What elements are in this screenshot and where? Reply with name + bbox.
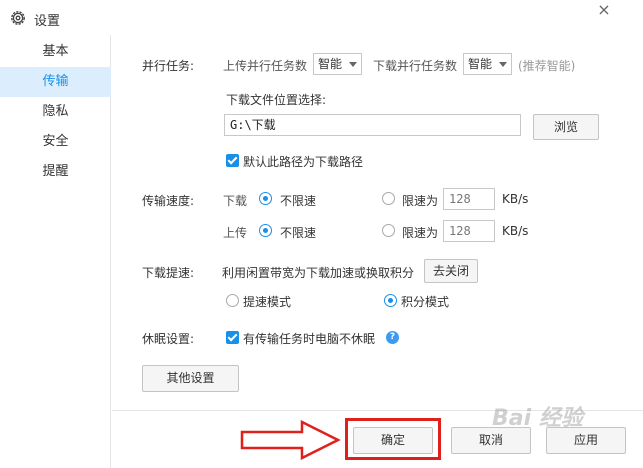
close-boost-button[interactable]: 去关闭 <box>424 259 478 283</box>
arrow-right-icon <box>240 420 341 460</box>
transfer-speed-label: 传输速度: <box>142 194 195 208</box>
download-limit-input[interactable]: 128 <box>443 188 495 210</box>
chevron-down-icon <box>349 62 357 67</box>
upload-limit-label: 限速为 <box>402 226 439 240</box>
sidebar-item-reminder[interactable]: 提醒 <box>0 157 111 187</box>
boost-mode-points-radio[interactable] <box>384 294 397 307</box>
download-path-input[interactable]: G:\下载 <box>224 114 521 136</box>
sleep-settings-label: 休眠设置: <box>142 332 195 346</box>
default-path-label: 默认此路径为下载路径 <box>243 155 364 169</box>
boost-mode-speed-label: 提速模式 <box>243 295 292 309</box>
sidebar: 基本 传输 隐私 安全 提醒 <box>0 35 111 468</box>
upload-limit-input[interactable]: 128 <box>443 220 495 242</box>
download-limit-radio[interactable] <box>382 192 395 205</box>
upload-limit-radio[interactable] <box>382 224 395 237</box>
default-path-checkbox[interactable] <box>226 154 239 167</box>
sidebar-item-security[interactable]: 安全 <box>0 127 111 157</box>
watermark-logo: Bai 经验 <box>492 406 583 431</box>
upload-speed-label: 上传 <box>223 226 248 240</box>
help-icon[interactable]: ? <box>386 331 399 344</box>
download-parallel-value: 智能 <box>468 57 493 71</box>
window-title: 设置 <box>34 14 61 29</box>
boost-description: 利用闲置带宽为下载加速或换取积分 <box>222 266 415 280</box>
recommend-hint: (推荐智能) <box>518 59 576 73</box>
close-icon[interactable]: × <box>589 0 619 22</box>
download-boost-label: 下载提速: <box>142 266 195 280</box>
other-settings-button[interactable]: 其他设置 <box>142 365 239 392</box>
download-speed-label: 下载 <box>223 194 248 208</box>
upload-parallel-value: 智能 <box>318 57 343 71</box>
download-unlimited-label: 不限速 <box>280 194 317 208</box>
no-sleep-label: 有传输任务时电脑不休眠 <box>243 332 376 346</box>
gear-icon <box>11 11 25 25</box>
upload-unit-label: KB/s <box>502 224 529 238</box>
boost-mode-points-label: 积分模式 <box>401 295 450 309</box>
chevron-down-icon <box>499 62 507 67</box>
title-bar: 设置 × <box>0 0 643 35</box>
download-limit-label: 限速为 <box>402 194 439 208</box>
download-parallel-select[interactable]: 智能 <box>463 53 512 75</box>
sidebar-item-transfer[interactable]: 传输 <box>0 67 111 97</box>
sidebar-item-privacy[interactable]: 隐私 <box>0 97 111 127</box>
parallel-tasks-label: 并行任务: <box>142 59 195 73</box>
boost-mode-speed-radio[interactable] <box>226 294 239 307</box>
download-location-label: 下载文件位置选择: <box>226 93 327 107</box>
no-sleep-checkbox[interactable] <box>226 331 239 344</box>
download-parallel-label: 下载并行任务数 <box>373 59 458 73</box>
upload-unlimited-radio[interactable] <box>259 224 272 237</box>
sidebar-item-basic[interactable]: 基本 <box>0 37 111 67</box>
upload-parallel-select[interactable]: 智能 <box>313 53 362 75</box>
upload-unlimited-label: 不限速 <box>280 226 317 240</box>
ok-button[interactable]: 确定 <box>353 427 433 454</box>
upload-parallel-label: 上传并行任务数 <box>223 59 308 73</box>
download-unit-label: KB/s <box>502 192 529 206</box>
download-unlimited-radio[interactable] <box>259 192 272 205</box>
browse-button[interactable]: 浏览 <box>533 114 599 140</box>
